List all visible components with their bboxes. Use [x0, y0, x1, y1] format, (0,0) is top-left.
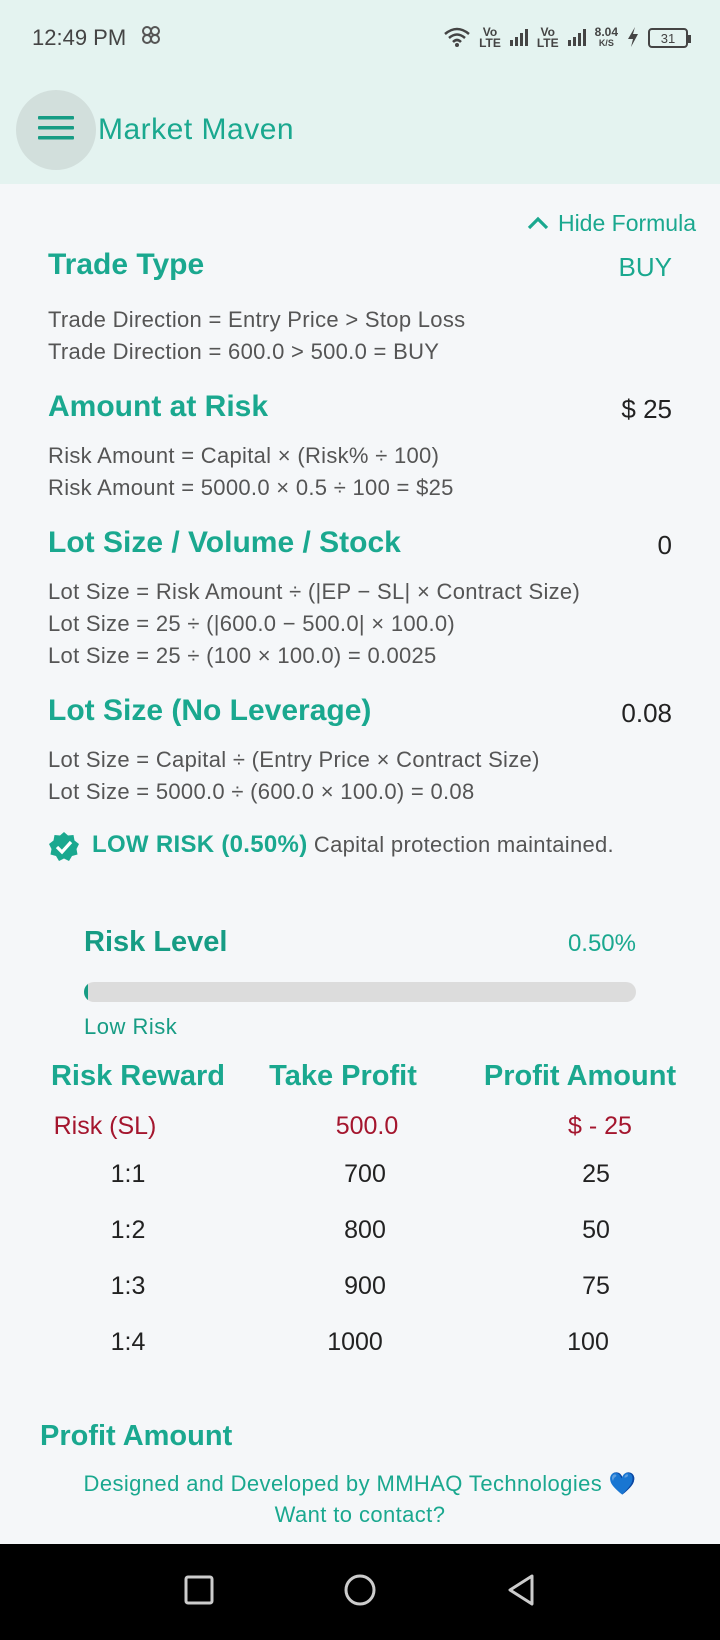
section-title-lot-size-no-leverage: Lot Size (No Leverage) — [48, 694, 372, 727]
signal-icon-1 — [509, 28, 529, 49]
back-button[interactable] — [506, 1573, 536, 1612]
cell-profit: 25 — [582, 1160, 610, 1188]
cell-ratio: 1:4 — [110, 1328, 146, 1356]
table-row: 1:4 1000 100 — [0, 1328, 720, 1372]
net-speed: 8.04 K/S — [594, 25, 618, 48]
formula-line: Lot Size = 5000.0 ÷ (600.0 × 100.0) = 0.… — [48, 779, 475, 804]
formula-line: Trade Direction = Entry Price > Stop Los… — [48, 307, 466, 332]
table-row: 1:2 800 50 — [0, 1216, 720, 1260]
hide-formula-toggle[interactable]: Hide Formula — [526, 210, 696, 237]
table-header: Risk Reward Take Profit Profit Amount — [0, 1060, 720, 1104]
risk-level-percent: 0.50% — [567, 930, 636, 957]
lot-size-no-leverage-value: 0.08 — [621, 698, 672, 728]
cell-risk-label: Risk (SL) — [53, 1112, 157, 1140]
cell-ratio: 1:2 — [110, 1216, 146, 1244]
cell-ratio: 1:3 — [110, 1272, 146, 1300]
amount-at-risk-value: $ 25 — [621, 394, 672, 424]
verified-check-icon — [48, 831, 80, 868]
lot-size-value: 0 — [657, 530, 672, 560]
formula-line: Risk Amount = 5000.0 × 0.5 ÷ 100 = $25 — [48, 475, 454, 500]
risk-progress-bar — [84, 982, 636, 1002]
hide-formula-label: Hide Formula — [557, 210, 696, 236]
app-title: Market Maven — [98, 113, 295, 146]
recents-button[interactable] — [184, 1575, 214, 1610]
table-row-risk: Risk (SL) 500.0 $ - 25 — [0, 1112, 720, 1156]
cell-ratio: 1:1 — [110, 1160, 146, 1188]
cell-take-profit: 800 — [344, 1216, 386, 1244]
cell-risk-amount: $ - 25 — [568, 1112, 632, 1140]
risk-level-label: Low Risk — [84, 1014, 178, 1039]
header-take-profit: Take Profit — [269, 1060, 417, 1092]
table-row: 1:3 900 75 — [0, 1272, 720, 1316]
section-title-trade-type: Trade Type — [48, 248, 205, 281]
pinwheel-icon — [140, 24, 162, 52]
app-bar: Market Maven — [0, 76, 720, 184]
formula-line: Lot Size = Risk Amount ÷ (|EP − SL| × Co… — [48, 579, 581, 604]
volte-1: Vo LTE — [479, 25, 501, 50]
status-bar: 12:49 PM Vo LTE Vo LTE 8.04 K/S 31 — [0, 0, 720, 76]
charging-icon — [626, 26, 640, 51]
formula-line: Risk Amount = Capital × (Risk% ÷ 100) — [48, 443, 440, 468]
footer-credit: Designed and Developed by MMHAQ Technolo… — [83, 1471, 637, 1496]
formula-line: Trade Direction = 600.0 > 500.0 = BUY — [48, 339, 440, 364]
formula-line: Lot Size = 25 ÷ (100 × 100.0) = 0.0025 — [48, 643, 437, 668]
risk-note-strong: LOW RISK (0.50%) — [92, 831, 308, 858]
cell-take-profit: 1000 — [327, 1328, 383, 1356]
risk-note-message: Capital protection maintained. — [307, 832, 614, 857]
cell-profit: 75 — [582, 1272, 610, 1300]
risk-note: LOW RISK (0.50%) Capital protection main… — [48, 828, 648, 868]
footer: Designed and Developed by MMHAQ Technolo… — [0, 1468, 720, 1530]
table-row: 1:1 700 25 — [0, 1160, 720, 1204]
cell-take-profit: 700 — [344, 1160, 386, 1188]
volte-2: Vo LTE — [536, 25, 559, 50]
menu-button[interactable] — [16, 90, 96, 170]
chevron-up-icon — [526, 210, 550, 237]
header-risk-reward: Risk Reward — [50, 1060, 226, 1092]
risk-progress-fill — [84, 982, 88, 1002]
cell-take-profit: 900 — [344, 1272, 386, 1300]
formula-line: Lot Size = 25 ÷ (|600.0 − 500.0| × 100.0… — [48, 611, 456, 636]
system-nav-bar — [0, 1544, 720, 1640]
section-title-lot-size: Lot Size / Volume / Stock — [48, 526, 401, 559]
wifi-icon — [443, 26, 471, 51]
cell-risk-tp: 500.0 — [335, 1112, 399, 1140]
formula-line: Lot Size = Capital ÷ (Entry Price × Cont… — [48, 747, 540, 772]
risk-level-title: Risk Level — [84, 926, 228, 958]
contact-link[interactable]: Want to contact? — [0, 1499, 720, 1530]
hamburger-icon — [38, 114, 74, 147]
cell-profit: 50 — [582, 1216, 610, 1244]
signal-icon-2 — [567, 28, 587, 49]
profit-amount-title: Profit Amount — [40, 1420, 233, 1452]
battery-icon: 31 — [648, 28, 691, 48]
status-time: 12:49 PM — [32, 25, 127, 50]
header-profit-amount: Profit Amount — [483, 1060, 677, 1092]
trade-type-value: BUY — [618, 252, 672, 282]
section-title-amount-at-risk: Amount at Risk — [48, 390, 269, 423]
home-button[interactable] — [343, 1573, 377, 1612]
cell-profit: 100 — [567, 1328, 609, 1356]
